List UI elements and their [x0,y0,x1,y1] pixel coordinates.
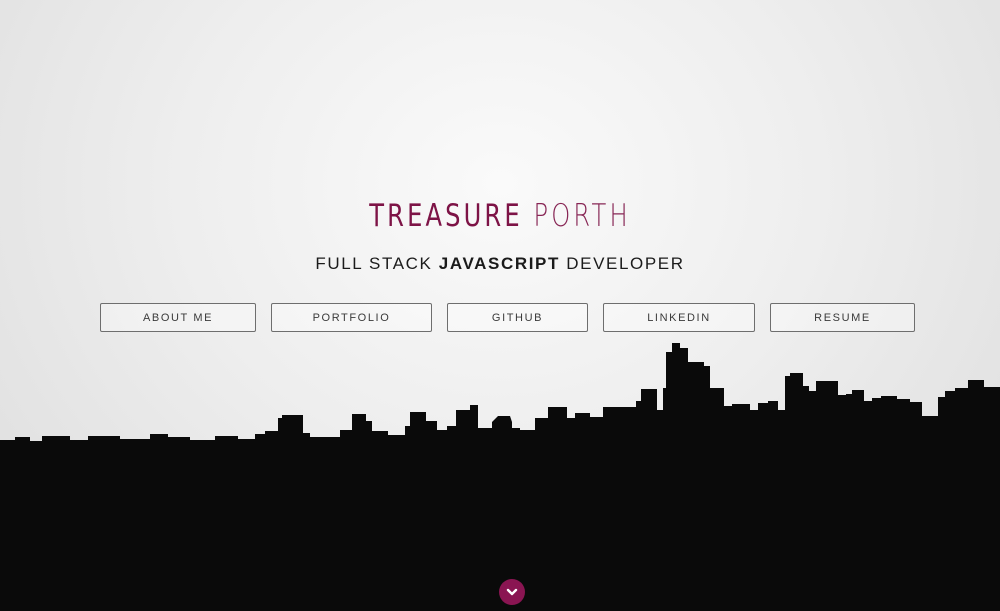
name-last: PORTH [533,198,631,234]
resume-button[interactable]: RESUME [770,303,915,332]
linkedin-button[interactable]: LINKEDIN [603,303,755,332]
linkedin-label: LINKEDIN [647,311,711,324]
chevron-down-icon [506,588,518,596]
portfolio-button[interactable]: PORTFOLIO [271,303,432,332]
subtitle-emphasis: JAVASCRIPT [438,254,560,273]
github-button[interactable]: GITHUB [447,303,588,332]
about-me-label: ABOUT ME [142,311,214,324]
subtitle-suffix: DEVELOPER [559,254,685,273]
github-label: GITHUB [491,311,544,324]
page-title: TREASURE PORTH [110,198,890,234]
resume-label: RESUME [814,311,871,324]
hero-section: TREASURE PORTH FULL STACK JAVASCRIPT DEV… [0,0,1000,611]
scroll-down-button[interactable] [499,579,525,605]
about-me-button[interactable]: ABOUT ME [100,303,256,332]
portfolio-label: PORTFOLIO [312,311,391,324]
name-first: TREASURE [369,198,523,234]
page-subtitle: FULL STACK JAVASCRIPT DEVELOPER [0,254,1000,274]
subtitle-prefix: FULL STACK [315,254,439,273]
